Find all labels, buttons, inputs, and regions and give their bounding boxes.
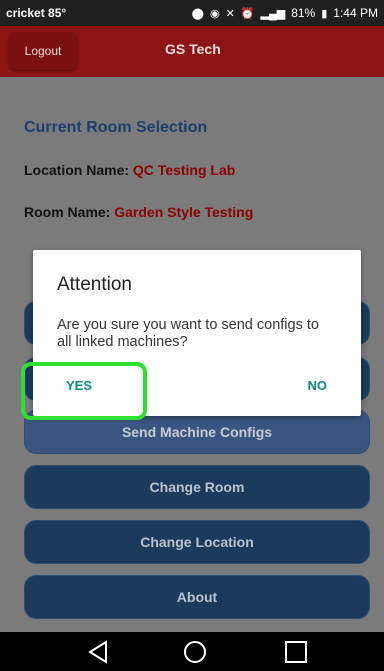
alarm-icon: ⏰ [240,7,255,20]
location-icon: ⬤ [191,7,204,20]
yes-highlight-box [21,362,147,420]
room-value: Garden Style Testing [114,204,254,220]
no-button[interactable]: NO [308,378,328,393]
location-info: Location Name: QC Testing Lab [24,162,235,178]
sync-icon: ◉ [209,7,220,20]
location-label: Location Name: [24,162,130,178]
battery-icon: ▮ [321,7,328,20]
clock: 1:44 PM [333,6,378,20]
change-location-button[interactable]: Change Location [24,520,370,564]
signal-icon: ▂▄▆ [260,7,286,20]
back-icon[interactable] [84,638,112,666]
home-icon[interactable] [181,638,209,666]
status-icons: ⬤ ◉ ✕ ⏰ ▂▄▆ 81% ▮ 1:44 PM [192,6,378,20]
change-room-button[interactable]: Change Room [24,465,370,509]
logout-button[interactable]: Logout [9,32,77,70]
room-info: Room Name: Garden Style Testing [24,204,253,220]
battery-percent: 81% [291,6,316,20]
location-value: QC Testing Lab [132,162,236,178]
room-label: Room Name: [24,204,111,220]
mute-icon: ✕ [225,7,235,20]
dialog-message: Are you sure you want to send configs to… [57,317,319,350]
carrier-label: cricket 85° [6,6,67,20]
about-button[interactable]: About [24,575,370,619]
dialog-title: Attention [57,274,132,295]
nav-bar [0,632,384,671]
app-bar: Logout GS Tech [0,26,384,77]
app-title: GS Tech [165,41,221,57]
section-title: Current Room Selection [24,119,208,136]
recents-icon[interactable] [282,638,310,666]
status-bar: cricket 85° ⬤ ◉ ✕ ⏰ ▂▄▆ 81% ▮ 1:44 PM [0,0,384,26]
